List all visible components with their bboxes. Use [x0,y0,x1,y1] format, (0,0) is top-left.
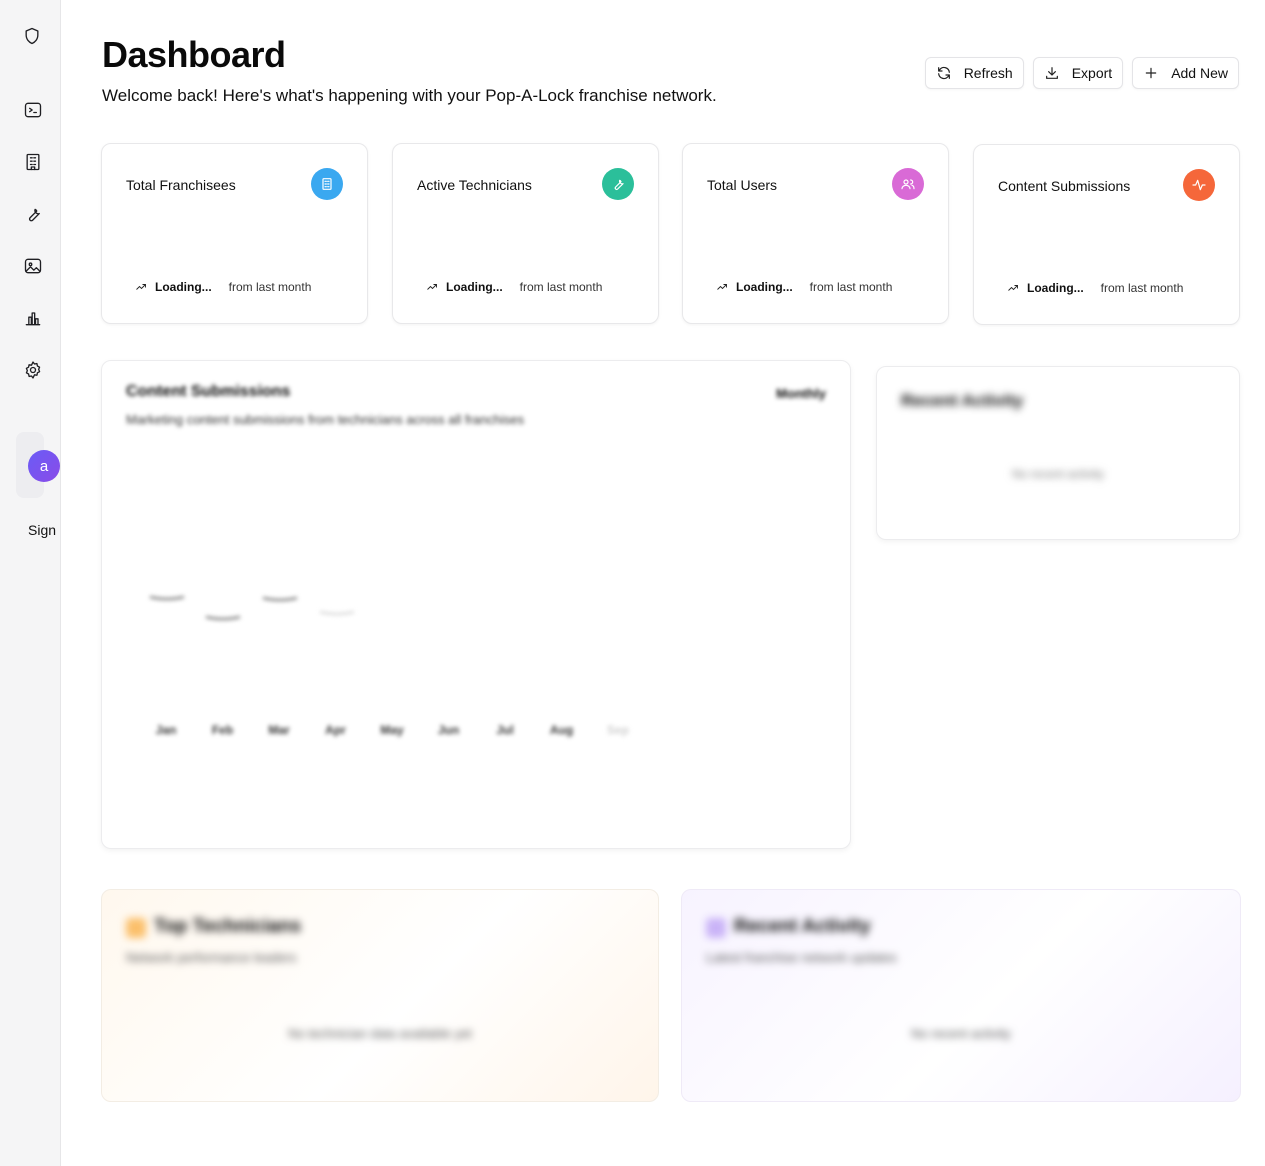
add-new-label: Add New [1171,65,1228,81]
recent-activity-bottom-card: Recent Activity Latest franchise network… [681,889,1241,1102]
trending-up-icon [136,284,146,290]
recent-activity-bottom-title: Recent Activity [734,916,871,937]
trending-up-icon [427,284,437,290]
recent-activity-bottom-empty: No recent activity [911,1026,1011,1041]
x-tick-label: Jan [156,723,177,737]
image-icon[interactable] [22,255,44,277]
top-technicians-subtitle: Network performance leaders [126,950,297,965]
page-title: Dashboard [102,34,286,75]
x-tick-label: Sep [607,723,629,737]
top-technicians-card: Top Technicians Network performance lead… [101,889,659,1102]
stat-value: Loading... [446,280,503,294]
recent-activity-title: Recent Activity [901,391,1024,410]
building-icon [311,168,343,200]
loading-skeleton-mark [149,595,185,601]
stat-title: Total Franchisees [126,177,236,193]
recent-activity-bottom-subtitle: Latest franchise network updates [706,950,897,965]
sidebar: a Sign [0,0,61,1166]
x-tick-label: Jun [438,723,459,737]
gear-icon[interactable] [22,359,44,381]
activity-icon [706,918,726,938]
trophy-icon [126,918,146,938]
stat-card-technicians: Active Technicians Loading... from last … [392,143,659,324]
stat-title: Total Users [707,177,778,193]
users-icon [892,168,924,200]
top-technicians-empty: No technician data available yet [288,1026,472,1041]
x-tick-label: Aug [550,723,573,737]
export-button[interactable]: Export [1032,57,1124,89]
recent-activity-side-card: Recent Activity No recent activity [876,366,1240,540]
stat-period: from last month [1100,281,1184,295]
export-label: Export [1071,65,1113,81]
stat-footer: Loading... from last month [1007,281,1183,295]
plus-icon [1145,67,1157,79]
stat-value: Loading... [155,280,212,294]
stat-period: from last month [519,280,603,294]
refresh-label: Refresh [963,65,1013,81]
shield-icon[interactable] [21,25,43,47]
stat-footer: Loading... from last month [135,280,311,294]
refresh-button[interactable]: Refresh [924,57,1024,89]
recent-activity-empty: No recent activity [1011,467,1105,481]
x-tick-label: Feb [212,723,233,737]
x-tick-label: Jul [496,723,513,737]
content-submissions-chart-card: Content Submissions Marketing content su… [101,360,851,849]
wrench-icon [602,168,634,200]
terminal-icon[interactable] [22,99,44,121]
content-submissions-chart: Jan Feb Mar Apr May Jun Jul Aug Sep [149,595,629,737]
top-technicians-title: Top Technicians [154,916,302,937]
avatar[interactable]: a [28,450,60,482]
page-subtitle: Welcome back! Here's what's happening wi… [102,86,717,105]
trending-up-icon [1008,285,1018,291]
stat-title: Active Technicians [417,177,532,193]
bar-chart-icon[interactable] [22,307,44,329]
loading-skeleton-mark [262,596,298,602]
stat-footer: Loading... from last month [716,280,892,294]
stat-card-content-submissions: Content Submissions Loading... from last… [973,144,1240,325]
building-icon[interactable] [22,151,44,173]
stat-title: Content Submissions [998,178,1131,194]
main-content: Dashboard Welcome back! Here's what's ha… [61,0,1265,1166]
stat-value: Loading... [1027,281,1084,295]
x-tick-label: Apr [325,723,346,737]
add-new-button[interactable]: Add New [1132,57,1239,89]
loading-skeleton-mark [205,615,241,621]
header-actions: Refresh Export Add New [924,57,1239,89]
sign-out-link[interactable]: Sign [28,522,56,538]
stat-period: from last month [809,280,893,294]
stat-footer: Loading... from last month [426,280,602,294]
x-tick-label: May [380,723,404,737]
download-icon [1045,67,1058,79]
activity-icon [1183,169,1215,201]
x-tick-label: Mar [268,723,290,737]
stat-card-users: Total Users Loading... from last month [682,143,949,324]
stat-card-franchisees: Total Franchisees Loading... from last m… [101,143,368,324]
stat-period: from last month [228,280,312,294]
loading-skeleton-mark [319,610,355,616]
trending-up-icon [717,284,727,290]
wrench-icon[interactable] [22,203,44,225]
refresh-icon [937,66,950,80]
stat-value: Loading... [736,280,793,294]
